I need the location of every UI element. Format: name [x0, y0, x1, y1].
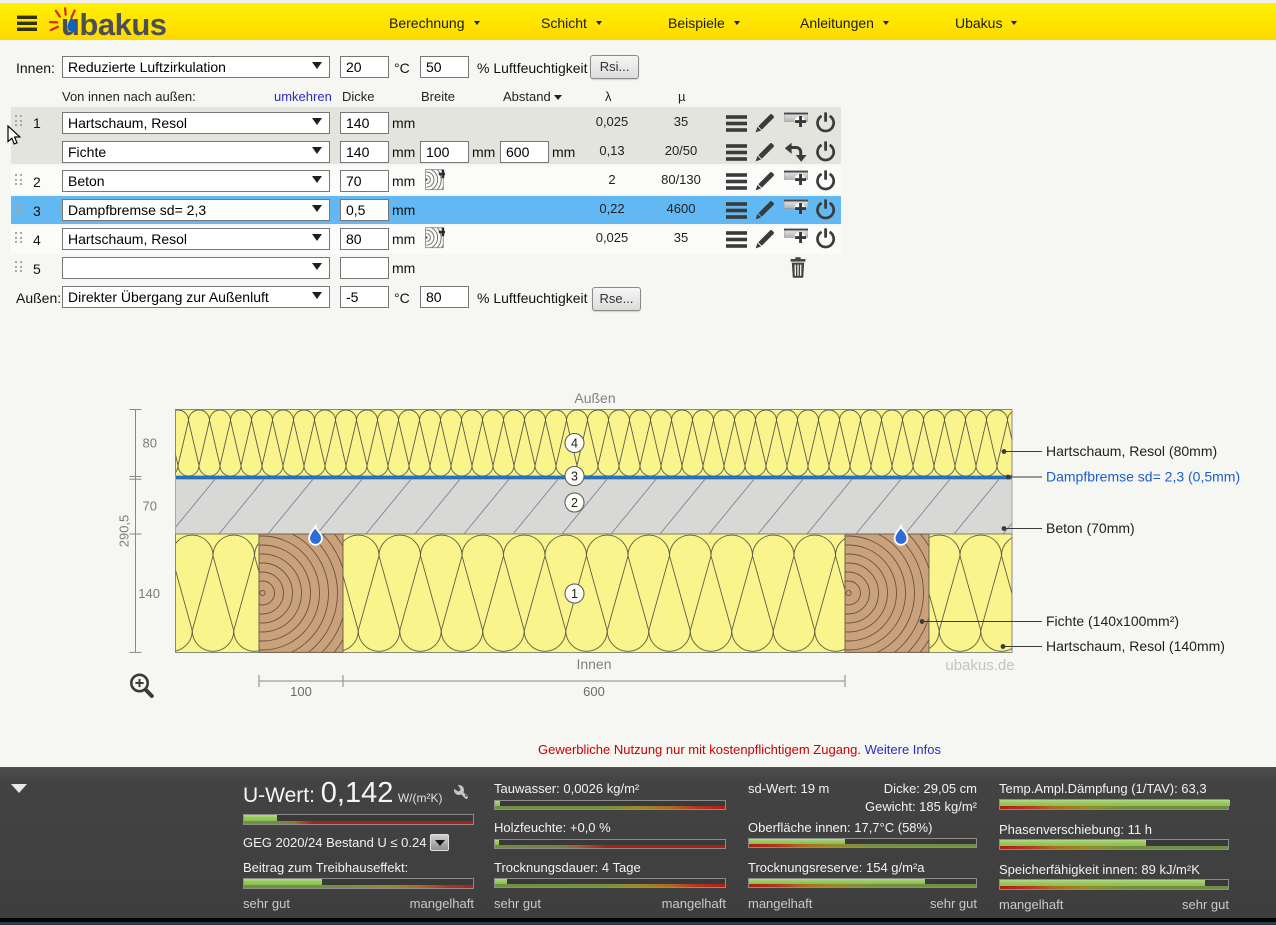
svg-text:600: 600 — [583, 684, 605, 699]
svg-text:3: 3 — [571, 470, 578, 484]
svg-text:Dampfbremse sd= 2,3 (0,5mm): Dampfbremse sd= 2,3 (0,5mm) — [1046, 469, 1240, 485]
svg-text:2: 2 — [571, 496, 578, 510]
svg-text:1: 1 — [571, 587, 578, 601]
svg-text:290,5: 290,5 — [117, 515, 132, 548]
svg-text:100: 100 — [290, 684, 312, 699]
svg-text:Außen: Außen — [574, 390, 615, 406]
svg-text:80: 80 — [143, 436, 157, 451]
svg-text:Innen: Innen — [576, 656, 611, 672]
svg-text:Fichte (140x100mm²): Fichte (140x100mm²) — [1046, 613, 1179, 629]
svg-text:140: 140 — [138, 586, 160, 601]
svg-text:Hartschaum, Resol (80mm): Hartschaum, Resol (80mm) — [1046, 443, 1217, 459]
svg-text:Beton (70mm): Beton (70mm) — [1046, 520, 1135, 536]
svg-text:70: 70 — [143, 499, 157, 514]
svg-text:4: 4 — [571, 437, 578, 451]
svg-text:ubakus.de: ubakus.de — [945, 657, 1014, 674]
svg-text:Hartschaum, Resol (140mm): Hartschaum, Resol (140mm) — [1046, 638, 1225, 654]
